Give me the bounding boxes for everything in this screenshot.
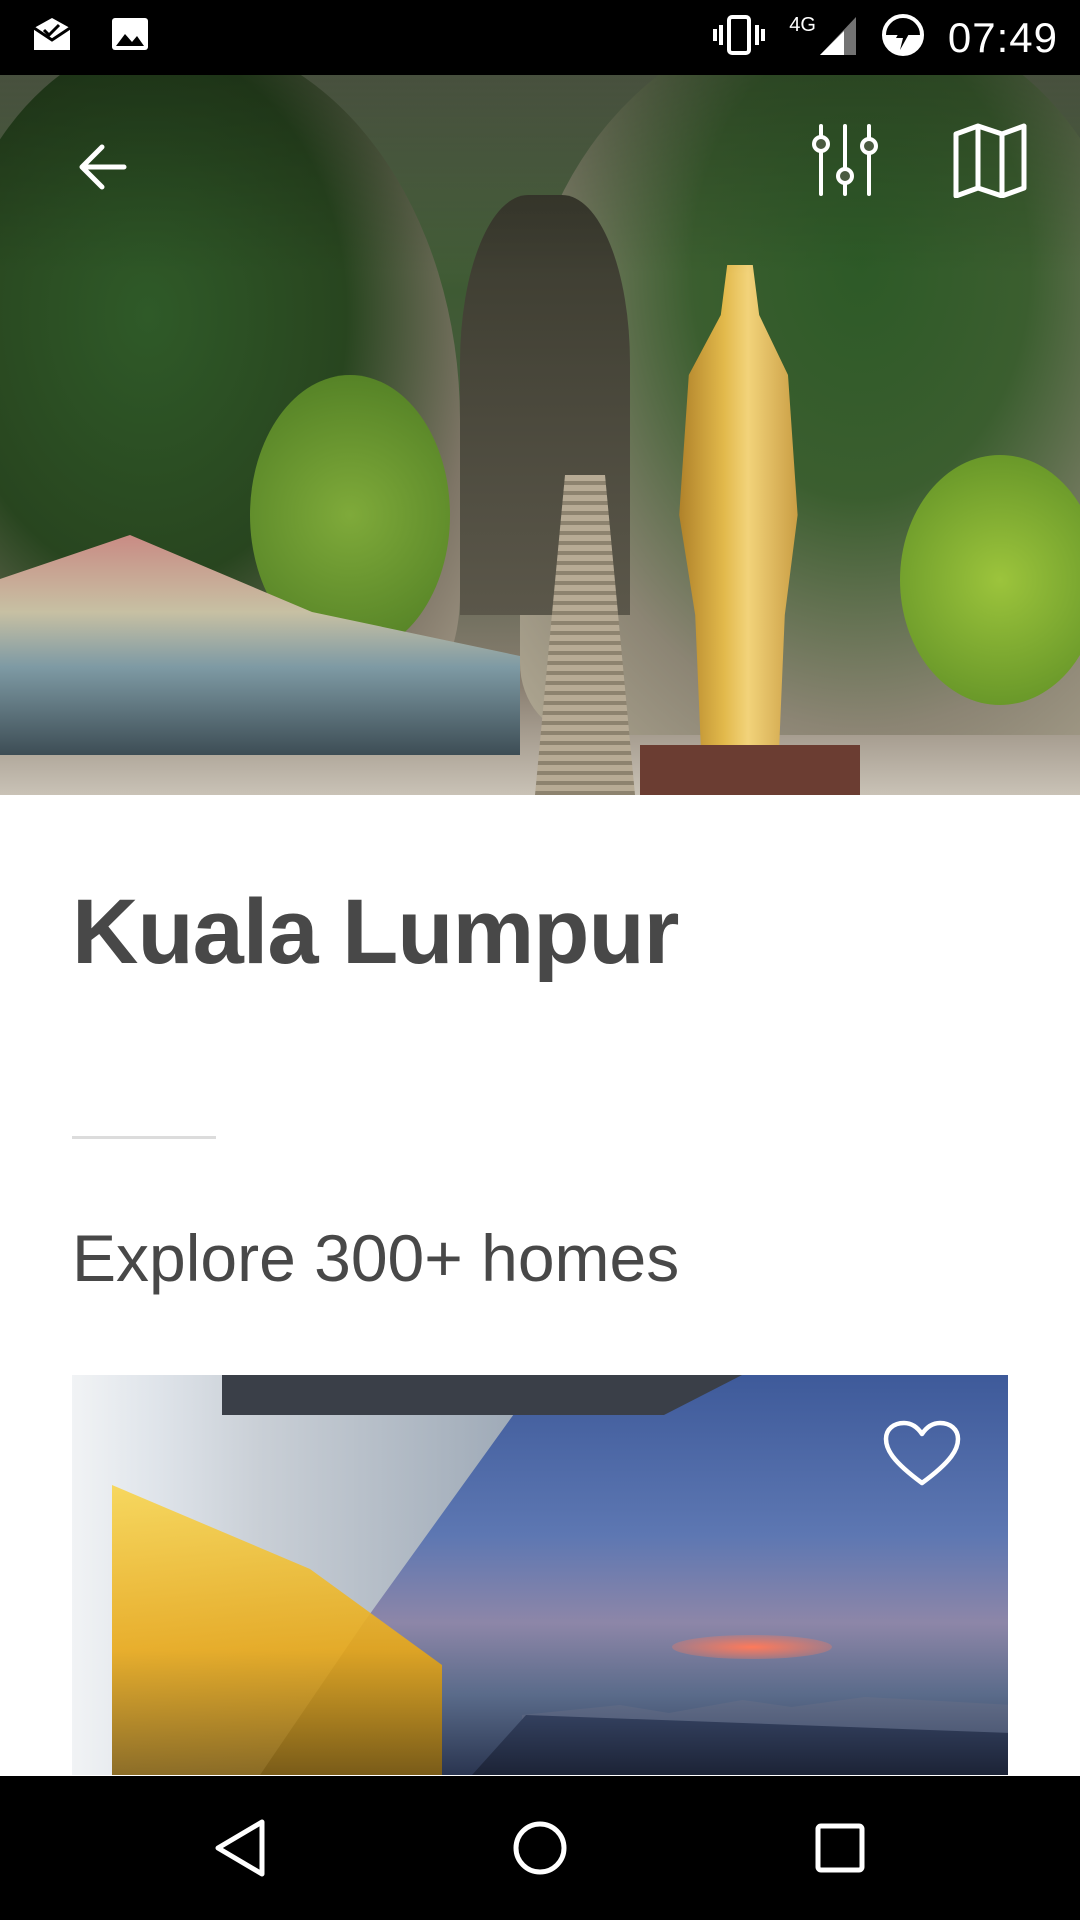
mail-check-icon [30, 14, 74, 59]
navigation-bar [0, 1776, 1080, 1920]
status-bar: 4G 07:49 [0, 0, 1080, 75]
home-circle-icon[interactable] [440, 1776, 640, 1920]
image-icon [110, 14, 150, 59]
battery-charging-icon [880, 12, 926, 63]
heart-outline-icon[interactable] [882, 1419, 962, 1494]
homes-count-heading: Explore 300+ homes [72, 1221, 680, 1295]
hero-image [0, 75, 1080, 795]
network-type-label: 4G [789, 14, 816, 36]
back-triangle-icon[interactable] [140, 1776, 340, 1920]
divider [72, 1136, 216, 1139]
clock: 07:49 [947, 13, 1058, 61]
vibrate-icon [711, 13, 767, 62]
map-icon[interactable] [945, 115, 1035, 205]
back-arrow-icon[interactable] [60, 125, 144, 209]
filters-icon[interactable] [800, 115, 890, 205]
signal-icon [818, 13, 858, 62]
page-title: Kuala Lumpur [72, 881, 679, 983]
listing-card-image[interactable] [72, 1375, 1008, 1775]
recents-square-icon[interactable] [740, 1776, 940, 1920]
